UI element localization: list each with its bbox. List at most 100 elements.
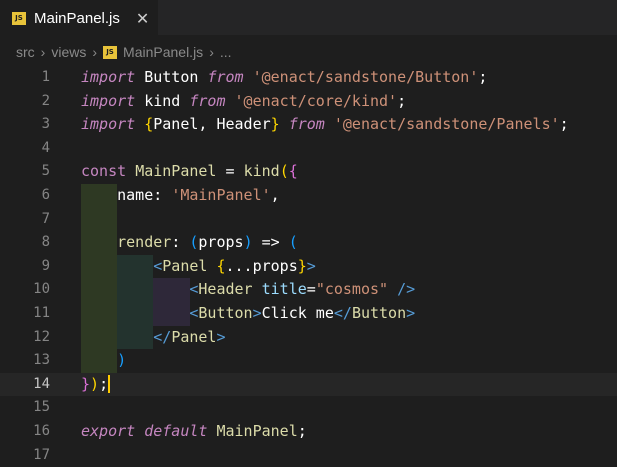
line-number: 2	[41, 92, 50, 109]
code-token: )	[243, 233, 253, 252]
chevron-right-icon: ›	[40, 44, 46, 60]
code-token: 'MainPanel'	[171, 186, 271, 204]
code-token: :	[171, 233, 190, 252]
code-token: MainPanel	[135, 162, 217, 181]
code-token: Header	[198, 280, 253, 299]
code-text: import kind from '@enact/core/kind';	[81, 90, 406, 114]
breadcrumb-item-file[interactable]: MainPanel.js	[123, 44, 203, 60]
code-line[interactable]: 13 )	[0, 349, 617, 373]
code-token: Click me	[261, 304, 334, 322]
code-token: render	[117, 233, 172, 252]
code-line[interactable]: 7	[0, 207, 617, 232]
code-line[interactable]: 16 export default MainPanel;	[0, 420, 617, 444]
code-line[interactable]: 4	[0, 137, 617, 161]
chevron-right-icon: ›	[209, 44, 214, 60]
code-line[interactable]: 9 <Panel {...props}>	[0, 254, 617, 279]
code-token: )	[117, 351, 127, 370]
code-line[interactable]: 3 import {Panel, Header} from '@enact/san…	[0, 113, 617, 137]
line-number: 14	[33, 375, 50, 392]
code-token: )	[90, 374, 100, 393]
code-token: from	[288, 115, 325, 134]
code-text: import {Panel, Header} from '@enact/sand…	[81, 113, 569, 137]
code-token: from	[189, 91, 226, 110]
code-token: const	[81, 162, 127, 181]
code-token: from	[207, 68, 244, 86]
line-number: 3	[41, 116, 50, 133]
code-token: title	[261, 280, 307, 299]
code-token: </	[333, 304, 352, 322]
code-token: {	[216, 256, 226, 275]
code-token: '@enact/core/kind'	[234, 91, 398, 110]
code-text: });	[81, 373, 111, 397]
code-token: >	[406, 304, 416, 322]
chevron-right-icon: ›	[92, 44, 98, 60]
code-token: ;	[559, 115, 569, 134]
code-line[interactable]: 17	[0, 444, 617, 467]
line-number: 1	[41, 69, 50, 85]
code-line[interactable]: 6 name: 'MainPanel',	[0, 184, 617, 208]
line-number: 4	[41, 139, 50, 156]
code-line[interactable]: 11 <Button>Click me</Button>	[0, 302, 617, 326]
code-line[interactable]: 2 import kind from '@enact/core/kind';	[0, 90, 617, 114]
code-editor[interactable]: 1 import Button from '@enact/sandstone/Bu…	[0, 66, 617, 463]
line-number: 6	[41, 187, 50, 203]
code-token: ...props	[225, 256, 298, 275]
javascript-file-icon: JS	[12, 12, 26, 25]
code-line[interactable]: 12 </Panel>	[0, 325, 617, 350]
code-text: </Panel>	[81, 326, 226, 350]
code-token: <	[153, 256, 163, 275]
code-token: (	[279, 162, 289, 181]
line-number: 12	[33, 328, 50, 345]
code-token: Panel	[171, 327, 217, 346]
code-line[interactable]: 1 import Button from '@enact/sandstone/Bu…	[0, 66, 617, 90]
code-token: '@enact/sandstone/Button'	[252, 68, 479, 86]
code-text: <Panel {...props}>	[81, 255, 316, 279]
code-line[interactable]: 14});	[0, 372, 617, 397]
close-icon[interactable]: ✕	[136, 9, 149, 28]
code-line[interactable]: 10 <Header title="cosmos" />	[0, 278, 617, 302]
code-text: name: 'MainPanel',	[81, 184, 280, 208]
breadcrumb-item-views[interactable]: views	[51, 44, 86, 60]
code-token: =	[306, 280, 316, 299]
code-text: )	[81, 349, 126, 373]
breadcrumb-item-symbols[interactable]: ...	[220, 44, 232, 60]
tab-mainpanel[interactable]: JS MainPanel.js ✕	[0, 0, 158, 36]
code-token: {	[288, 162, 298, 181]
line-number: 8	[41, 234, 50, 251]
code-token: Button	[135, 68, 208, 86]
code-token: >	[216, 327, 226, 346]
indent-guide	[81, 207, 118, 232]
code-line[interactable]: 15	[0, 396, 617, 420]
line-number: 13	[33, 352, 50, 369]
code-token: =>	[252, 233, 289, 252]
code-token: }	[297, 256, 307, 275]
code-text: <Button>Click me</Button>	[81, 302, 415, 326]
code-token: =	[216, 162, 244, 181]
code-text: import Button from '@enact/sandstone/But…	[81, 66, 487, 90]
code-line[interactable]: 8 render: (props) => (	[0, 231, 617, 255]
code-token: import	[81, 91, 136, 110]
code-token: >	[306, 256, 316, 275]
code-token: ;	[478, 68, 488, 86]
code-line[interactable]: 5 const MainPanel = kind({	[0, 160, 617, 184]
code-token: ;	[397, 91, 407, 110]
breadcrumb-item-src[interactable]: src	[16, 44, 35, 60]
javascript-file-icon: JS	[103, 45, 118, 59]
code-token: ;	[297, 422, 307, 440]
line-number: 17	[33, 446, 50, 463]
code-token: '@enact/sandstone/Panels'	[333, 115, 560, 134]
code-token: />	[397, 280, 416, 299]
code-token: import	[81, 68, 136, 86]
code-token: "cosmos"	[315, 280, 389, 299]
code-text: const MainPanel = kind({	[81, 160, 298, 184]
